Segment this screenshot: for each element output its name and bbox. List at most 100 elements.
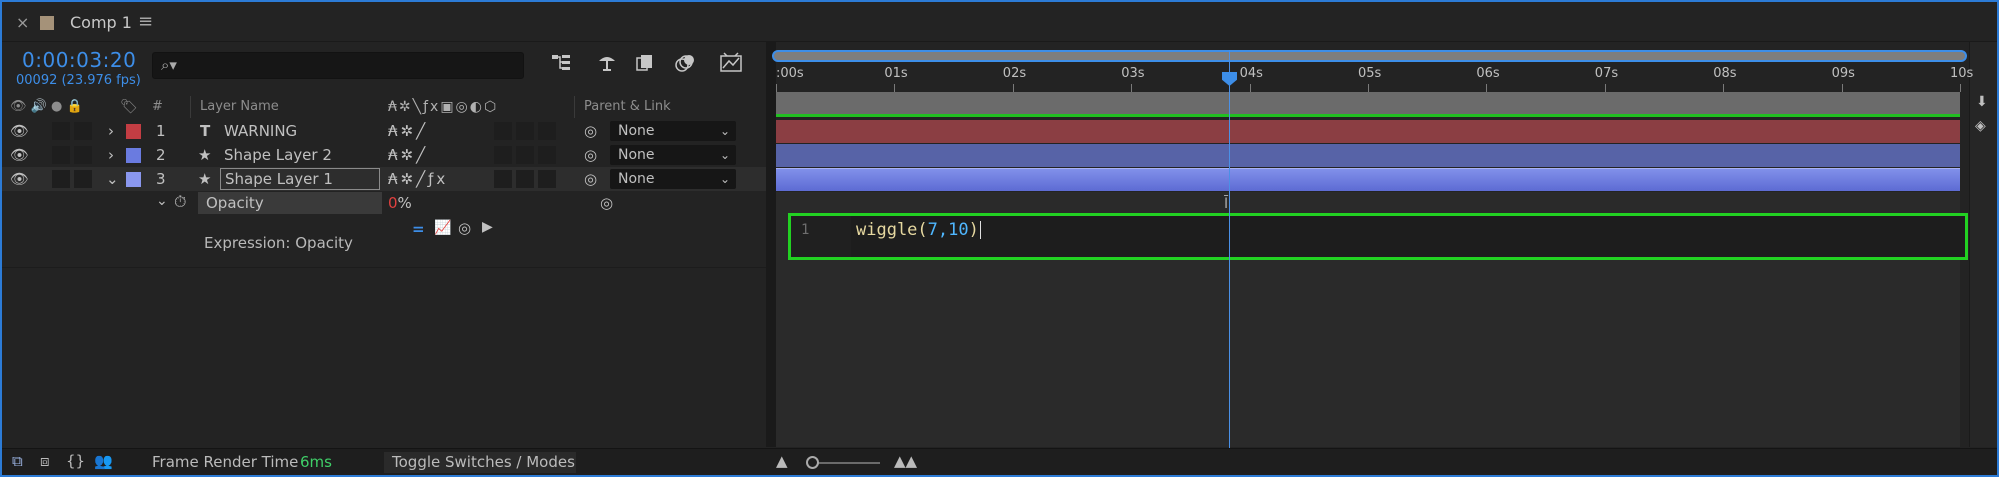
effect-switch-icon[interactable]: ƒx — [423, 99, 440, 115]
label-color-swatch[interactable] — [126, 172, 141, 187]
layer-row-2[interactable]: 👁 › 2 ★ Shape Layer 2 ₳✲╱ ◎ None ⌄ — [2, 143, 766, 167]
search-input[interactable]: ⌕▾ — [152, 52, 524, 79]
zoom-in-icon[interactable]: ▲▲ — [894, 452, 917, 470]
switch-box[interactable] — [516, 146, 534, 164]
enable-expression-icon[interactable]: = — [412, 220, 425, 238]
parent-select[interactable]: None ⌄ — [610, 145, 736, 165]
stopwatch-icon[interactable]: ⏱ — [174, 192, 186, 212]
ruler-tick-label: 10s — [1950, 66, 1974, 81]
motion-blur-switch-icon[interactable]: ◎ — [456, 99, 470, 115]
layer-switches[interactable]: ₳✲╱ — [388, 143, 428, 167]
motion-blur-icon[interactable] — [672, 52, 698, 78]
toggle-switches-modes-button[interactable]: Toggle Switches / Modes — [384, 452, 576, 473]
layer-name[interactable]: Shape Layer 2 — [224, 143, 332, 167]
zoom-slider-track[interactable] — [810, 462, 880, 464]
switch-box[interactable] — [494, 122, 512, 140]
adjustment-switch-icon[interactable]: ◐ — [470, 99, 484, 115]
lock-switch-icon[interactable]: 🔒 — [66, 99, 82, 114]
frame-blend-switch-icon[interactable]: ▣ — [440, 99, 455, 115]
ruler-tick-label: 02s — [1002, 66, 1027, 81]
lock-box[interactable] — [74, 170, 92, 188]
audio-box[interactable] — [52, 122, 70, 140]
zoom-out-icon[interactable]: ▲ — [776, 452, 788, 470]
layer-name[interactable]: Shape Layer 1 — [220, 168, 380, 190]
eye-icon[interactable]: 👁 — [10, 119, 29, 143]
draft-3d-icon[interactable] — [594, 52, 620, 78]
lock-box[interactable] — [74, 146, 92, 164]
collapse-switch-icon[interactable]: ✲ — [399, 99, 413, 115]
current-time-display[interactable]: 0:00:03:20 — [22, 48, 136, 72]
expression-gutter — [791, 216, 851, 257]
tab-comp-1[interactable]: Comp 1 — [70, 13, 132, 32]
audio-box[interactable] — [52, 170, 70, 188]
expression-comma: , — [937, 220, 949, 240]
shape-layer-icon: ★ — [198, 146, 212, 164]
audio-box[interactable] — [52, 146, 70, 164]
panel-menu-icon[interactable]: ≡ — [138, 11, 153, 32]
pick-whip-icon[interactable]: ◎ — [584, 143, 597, 167]
frame-blending-icon[interactable] — [632, 52, 658, 78]
switch-box[interactable] — [538, 122, 556, 140]
label-color-swatch[interactable] — [126, 148, 141, 163]
pick-whip-icon[interactable]: ◎ — [584, 119, 597, 143]
opacity-value[interactable]: 0 — [388, 194, 398, 212]
layer-bar-3[interactable] — [776, 168, 1960, 191]
parent-select[interactable]: None ⌄ — [610, 121, 736, 141]
layer-name[interactable]: WARNING — [224, 119, 297, 143]
shy-switch-icon[interactable]: ₳ — [388, 99, 399, 115]
layer-row-3[interactable]: 👁 ⌄ 3 ★ Shape Layer 1 ₳✲╱ƒx ◎ None ⌄ — [2, 167, 766, 191]
label-header-icon[interactable]: 🏷 — [120, 96, 138, 118]
layer-bar-2[interactable] — [776, 144, 1960, 167]
eye-icon[interactable]: 👁 — [10, 143, 29, 167]
property-value[interactable]: 0% — [388, 194, 412, 212]
stretch-toggle-icon[interactable]: 👥 — [94, 452, 113, 470]
parent-select[interactable]: None ⌄ — [610, 169, 736, 189]
video-switch-icon[interactable]: 👁 — [10, 99, 27, 114]
close-tab-icon[interactable]: × — [16, 13, 29, 32]
switch-box[interactable] — [516, 122, 534, 140]
work-area-bar[interactable] — [776, 92, 1960, 116]
transfer-controls-toggle-icon[interactable]: ⧈ — [40, 452, 50, 470]
switch-box[interactable] — [516, 170, 534, 188]
lock-box[interactable] — [74, 122, 92, 140]
expression-pick-whip-icon[interactable]: ◎ — [458, 219, 471, 237]
layer-switches-toggle-icon[interactable]: ⧉ — [12, 452, 23, 470]
chevron-down-icon[interactable]: ⌄ — [156, 193, 168, 209]
layer-bar-1[interactable] — [776, 120, 1960, 143]
layer-switches[interactable]: ₳✲╱ƒx — [388, 167, 448, 191]
layer-row-1[interactable]: 👁 › 1 T WARNING ₳✲╱ ◎ None ⌄ — [2, 119, 766, 143]
pick-whip-icon[interactable]: ◎ — [584, 167, 597, 191]
property-row-opacity[interactable]: ⌄ ⏱ Opacity 0% ◎ — [2, 192, 766, 216]
pick-whip-icon[interactable]: ◎ — [600, 194, 613, 212]
graph-editor-icon[interactable] — [718, 52, 744, 78]
comp-button-icon[interactable]: ◈ — [1975, 118, 1986, 134]
comp-mini-flowchart-icon[interactable] — [548, 52, 574, 78]
chevron-down-icon[interactable]: ⌄ — [106, 167, 119, 191]
expression-editor[interactable]: 1 wiggle(7,10) — [788, 213, 1968, 260]
time-navigator[interactable] — [772, 50, 1967, 62]
expression-language-menu-icon[interactable]: ▶ — [482, 219, 493, 235]
property-name: Opacity — [198, 192, 382, 214]
parent-link-header[interactable]: Parent & Link — [584, 96, 671, 118]
expression-graph-icon[interactable]: 📈 — [434, 220, 451, 236]
layer-name-header[interactable]: Layer Name — [200, 96, 279, 118]
switch-box[interactable] — [538, 146, 556, 164]
audio-switch-icon[interactable]: 🔊 — [31, 99, 47, 114]
quality-switch-icon[interactable]: ╲ — [413, 99, 423, 115]
panel-divider[interactable] — [766, 42, 776, 447]
label-color-swatch[interactable] — [126, 124, 141, 139]
layer-switches[interactable]: ₳✲╱ — [388, 119, 428, 143]
chevron-right-icon[interactable]: › — [108, 119, 114, 143]
switch-box[interactable] — [494, 146, 512, 164]
in-out-toggle-icon[interactable]: {} — [66, 452, 85, 470]
chevron-right-icon[interactable]: › — [108, 143, 114, 167]
eye-icon[interactable]: 👁 — [10, 167, 29, 191]
comp-marker-bin-icon[interactable]: ⬇ — [1976, 94, 1988, 110]
zoom-slider-knob[interactable] — [806, 456, 819, 469]
expression-code[interactable]: wiggle(7,10) — [856, 220, 981, 240]
ruler-tick-mark — [1012, 84, 1014, 92]
3d-switch-icon[interactable]: ⬡ — [484, 99, 498, 115]
switch-box[interactable] — [494, 170, 512, 188]
switch-box[interactable] — [538, 170, 556, 188]
solo-switch-icon[interactable]: ● — [51, 99, 62, 114]
